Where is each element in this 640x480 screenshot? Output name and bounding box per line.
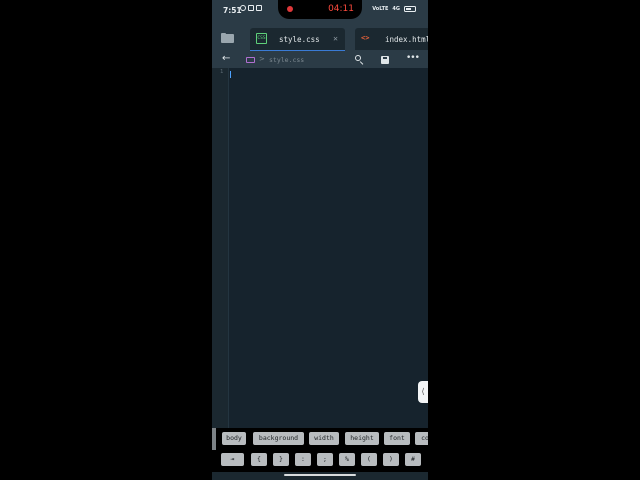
more-options-icon[interactable]: ••• bbox=[406, 53, 420, 63]
close-icon[interactable]: ✕ bbox=[333, 34, 338, 43]
snippet-background[interactable]: background bbox=[253, 432, 304, 445]
snippet-bar-edge bbox=[212, 428, 216, 450]
editor-toolbar: ← > style.css ••• bbox=[212, 52, 428, 68]
text-cursor bbox=[230, 71, 231, 78]
line-gutter: 1 bbox=[212, 68, 229, 428]
search-icon[interactable] bbox=[355, 55, 364, 66]
back-arrow-icon[interactable]: ← bbox=[222, 53, 230, 64]
screen-recording-pill[interactable]: 04:11 bbox=[278, 0, 362, 19]
snippet-font[interactable]: font bbox=[384, 432, 410, 445]
status-bar: 7:51 04:11 VoLTE 4G bbox=[212, 0, 428, 22]
signal-label-2: 4G bbox=[392, 6, 400, 12]
record-dot-icon bbox=[287, 6, 293, 12]
folder-icon[interactable] bbox=[221, 33, 235, 43]
symbol-open-brace[interactable]: { bbox=[251, 453, 267, 466]
symbol-semicolon[interactable]: ; bbox=[317, 453, 333, 466]
symbol-open-paren[interactable]: ( bbox=[361, 453, 377, 466]
status-time: 7:51 bbox=[223, 6, 242, 15]
snippet-body[interactable]: body bbox=[222, 432, 246, 445]
css-file-icon: CSS bbox=[256, 33, 267, 44]
save-icon[interactable] bbox=[381, 56, 389, 64]
snippet-width[interactable]: width bbox=[309, 432, 339, 445]
tab-label: index.html bbox=[385, 35, 428, 44]
file-tab-bar: CSS style.css ✕ <> index.html bbox=[212, 22, 428, 52]
youtube-icon bbox=[256, 5, 262, 11]
symbol-bar: ⇥ { } : ; % ( ) # bbox=[212, 450, 428, 472]
symbol-tab[interactable]: ⇥ bbox=[221, 453, 244, 466]
recording-time: 04:11 bbox=[328, 4, 354, 14]
tab-style-css[interactable]: CSS style.css ✕ bbox=[250, 28, 345, 51]
snippet-height[interactable]: height bbox=[345, 432, 379, 445]
symbol-hash[interactable]: # bbox=[405, 453, 421, 466]
whatsapp-icon bbox=[240, 5, 246, 11]
battery-icon bbox=[404, 6, 416, 12]
symbol-colon[interactable]: : bbox=[295, 453, 311, 466]
phone-screen: 7:51 04:11 VoLTE 4G CSS style.css ✕ <> i… bbox=[212, 0, 428, 480]
breadcrumb-separator: > bbox=[259, 55, 265, 63]
side-panel-handle[interactable]: ⟨ bbox=[418, 381, 428, 403]
notification-icons bbox=[240, 5, 262, 11]
tab-label: style.css bbox=[279, 35, 320, 44]
snippet-color[interactable]: co bbox=[415, 432, 428, 445]
symbol-close-paren[interactable]: ) bbox=[383, 453, 399, 466]
symbol-close-brace[interactable]: } bbox=[273, 453, 289, 466]
folder-breadcrumb-icon[interactable] bbox=[246, 57, 255, 63]
status-right: VoLTE 4G bbox=[372, 6, 416, 12]
html-file-icon: <> bbox=[361, 34, 370, 42]
code-editor[interactable]: 1 ⟨ bbox=[212, 68, 428, 428]
symbol-percent[interactable]: % bbox=[339, 453, 355, 466]
snippet-bar: body background width height font co bbox=[212, 428, 428, 450]
home-indicator[interactable] bbox=[284, 474, 356, 476]
breadcrumb-file[interactable]: style.css bbox=[269, 56, 304, 64]
line-number: 1 bbox=[220, 69, 224, 75]
tab-index-html[interactable]: <> index.html bbox=[355, 28, 428, 50]
signal-label-1: VoLTE bbox=[372, 6, 389, 12]
notification-icon bbox=[248, 5, 254, 11]
